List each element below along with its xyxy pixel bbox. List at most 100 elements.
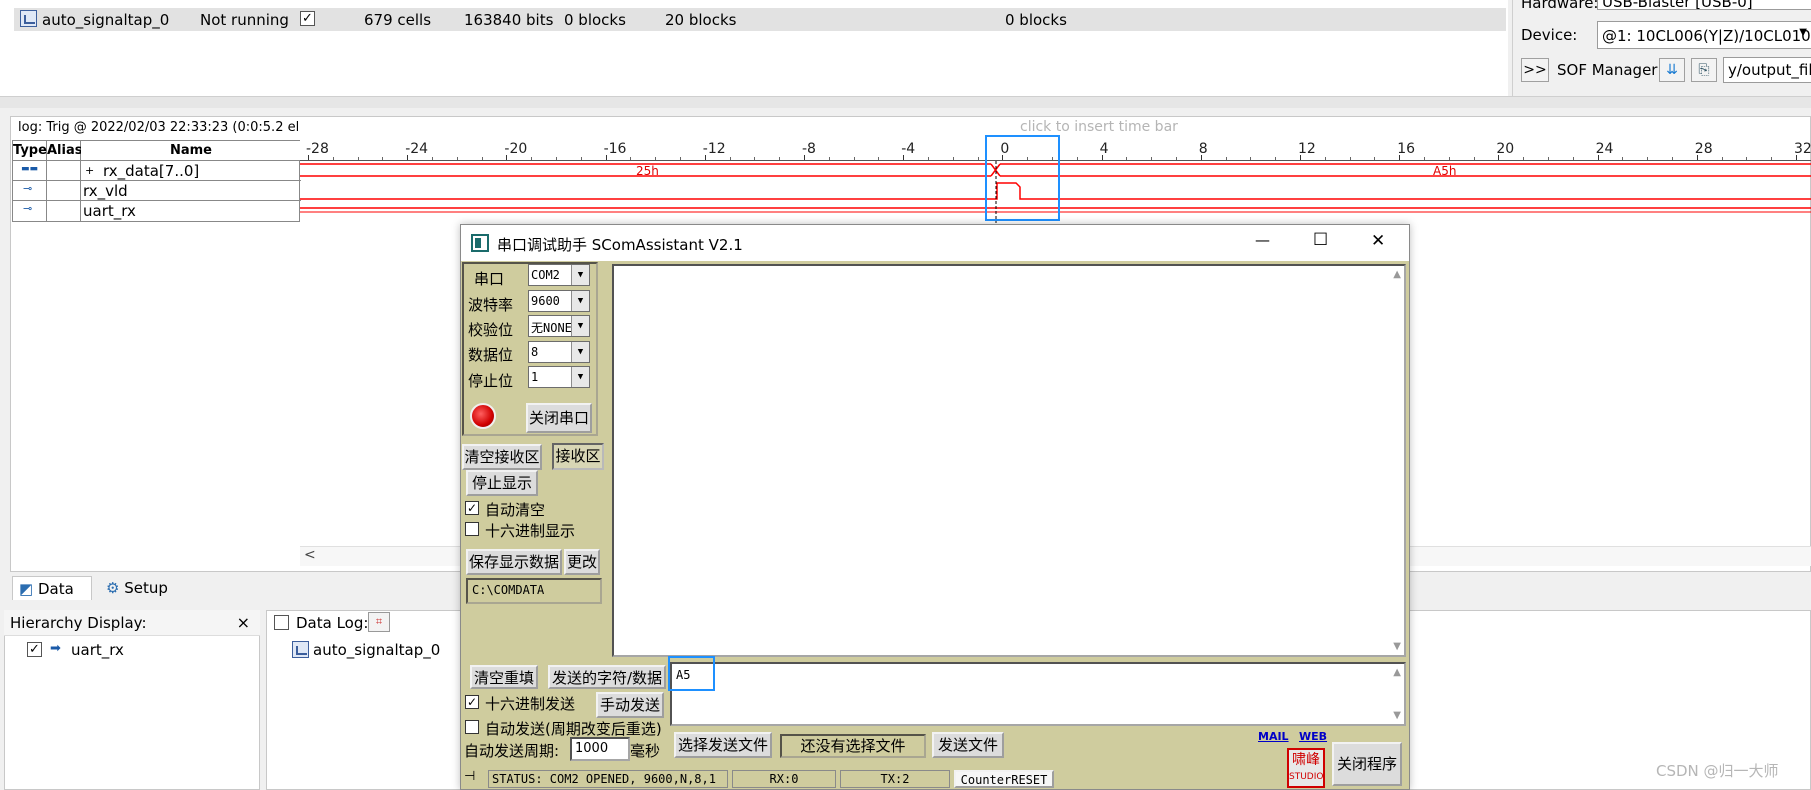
chevron-down-icon: ▼ [571, 342, 589, 362]
stopbits-select[interactable]: 1 ▼ [528, 366, 590, 388]
scroll-left-arrow[interactable]: < [304, 547, 316, 563]
ruler-minor-tick [382, 157, 384, 160]
ruler-minor-tick [1473, 157, 1475, 160]
expand-icon[interactable]: + [85, 164, 94, 177]
save-path-field[interactable]: C:\COMDATA [466, 578, 602, 604]
maximize-button[interactable]: ☐ [1313, 230, 1328, 250]
highlight-box-send [668, 656, 715, 691]
instance-blocks-3: 0 blocks [1005, 11, 1067, 29]
change-path-button[interactable]: 更改 [564, 549, 600, 575]
ruler-tick-mark [407, 155, 409, 160]
ruler-tick-label: -16 [603, 141, 627, 157]
ruler-tick-mark [804, 155, 805, 160]
auto-period-input[interactable]: 1000 [570, 737, 630, 761]
close-button[interactable]: ✕ [1371, 231, 1385, 251]
clear-refill-button[interactable]: 清空重填 [470, 665, 538, 689]
expand-button[interactable]: >> [1521, 58, 1549, 82]
port-label: 串口 [474, 270, 505, 288]
ruler-minor-tick [1374, 157, 1376, 160]
signal-row-rx-data[interactable]: ▬▬ + rx_data[7..0] [13, 161, 301, 181]
auto-send-checkbox[interactable] [465, 720, 479, 734]
signal-row-rx-vld[interactable]: ⊸ rx_vld [13, 181, 301, 201]
hierarchy-title: Hierarchy Display: [10, 614, 147, 632]
minimize-button[interactable]: — [1255, 231, 1270, 249]
scroll-down-arrow[interactable]: ▼ [1393, 641, 1401, 652]
hierarchy-item-checkbox[interactable]: ✓ [27, 642, 42, 657]
save-data-button[interactable]: 保存显示数据 [466, 549, 562, 575]
parity-select[interactable]: 无NONE ▼ [528, 315, 590, 337]
selected-file-field: 还没有选择文件 [780, 734, 926, 758]
auto-clear-checkbox[interactable]: ✓ [465, 501, 479, 515]
scroll-up-arrow[interactable]: ▲ [1393, 667, 1401, 678]
baud-select[interactable]: 9600 ▼ [528, 290, 590, 312]
counter-reset-button[interactable]: CounterRESET [954, 770, 1054, 788]
hardware-label: Hardware: [1521, 0, 1599, 12]
ruler-minor-tick [1151, 157, 1153, 160]
program-device-icon[interactable]: ⇊ [1659, 58, 1685, 82]
hex-send-checkbox[interactable]: ✓ [465, 695, 479, 709]
databits-select[interactable]: 8 ▼ [528, 341, 590, 363]
scroll-up-arrow[interactable]: ▲ [1393, 269, 1401, 280]
ruler-minor-tick [357, 157, 359, 160]
send-textarea[interactable]: A5 ▲ ▼ [670, 662, 1406, 726]
attach-file-icon[interactable]: ⎘ [1691, 58, 1717, 82]
close-icon[interactable]: × [237, 613, 250, 632]
highlight-box-trigger [985, 135, 1060, 221]
hex-display-checkbox[interactable] [465, 522, 479, 536]
mail-link[interactable]: MAIL [1258, 730, 1289, 743]
ruler-minor-tick [977, 157, 979, 160]
input-pin-icon: ⊸ [23, 202, 33, 215]
ruler-minor-tick [680, 157, 681, 160]
receive-textarea[interactable]: ▲ ▼ [612, 264, 1406, 657]
setup-icon: ⚙ [106, 579, 120, 597]
tab-setup[interactable]: ⚙ Setup [100, 576, 190, 600]
ruler-tick-mark [605, 155, 607, 160]
close-port-button[interactable]: 关闭串口 [526, 403, 592, 433]
stop-display-button[interactable]: 停止显示 [466, 470, 538, 496]
chevron-down-icon: ▼ [571, 316, 589, 336]
hardware-select[interactable]: USB-Blaster [USB-0] [1597, 0, 1811, 10]
web-link[interactable]: WEB [1299, 730, 1327, 743]
select-file-button[interactable]: 选择发送文件 [674, 732, 772, 758]
hex-display-label: 十六进制显示 [485, 522, 576, 540]
hierarchy-panel [4, 610, 260, 790]
data-log-item[interactable]: auto_signaltap_0 [313, 641, 440, 659]
auto-period-label: 自动发送周期: [464, 742, 560, 760]
send-file-button[interactable]: 发送文件 [932, 732, 1004, 758]
auto-send-label: 自动发送(周期改变后重选) [485, 720, 662, 738]
port-select[interactable]: COM2 ▼ [528, 264, 590, 286]
signal-name: uart_rx [83, 202, 136, 220]
instance-name: auto_signaltap_0 [42, 11, 170, 29]
receive-area-toggle[interactable]: 接收区 [552, 443, 604, 470]
log-settings-icon[interactable]: ⌗ [368, 612, 390, 632]
sof-path-field[interactable]: y/output_files/ [1723, 57, 1811, 83]
data-log-checkbox[interactable] [274, 615, 289, 630]
ruler-minor-tick [1275, 157, 1277, 160]
device-select[interactable]: @1: 10CL006(Y|Z)/10CL010 ▼ [1597, 21, 1811, 49]
ruler-minor-tick [1721, 157, 1723, 160]
ruler-minor-tick [1572, 157, 1574, 160]
insert-time-bar-hint[interactable]: click to insert time bar [1020, 119, 1178, 135]
instance-blocks-1: 0 blocks [564, 11, 626, 29]
scroll-down-arrow[interactable]: ▼ [1393, 710, 1401, 721]
clear-receive-button[interactable]: 清空接收区 [462, 444, 542, 470]
instance-enable-checkbox[interactable]: ✓ [300, 11, 315, 26]
signal-row-uart-rx[interactable]: ⊸ uart_rx [13, 201, 301, 221]
tab-data[interactable]: ◩ Data [12, 576, 92, 600]
instance-cells: 679 cells [364, 11, 432, 29]
window-title: 串口调试助手 SComAssistant V2.1 [497, 236, 743, 254]
app-icon [471, 234, 489, 252]
chevron-down-icon: ▼ [571, 265, 589, 285]
ruler-minor-tick [432, 157, 433, 160]
instance-row[interactable]: auto_signaltap_0 Not running ✓ 679 cells… [14, 8, 1506, 31]
ruler-minor-tick [1746, 157, 1748, 160]
manual-send-button[interactable]: 手动发送 [596, 692, 664, 718]
serial-assistant-titlebar[interactable]: 串口调试助手 SComAssistant V2.1 — ☐ ✕ [461, 225, 1409, 261]
hierarchy-item-uart-rx[interactable]: uart_rx [71, 641, 124, 659]
panel-splitter[interactable] [0, 96, 1811, 108]
send-chars-label-button[interactable]: 发送的字符/数据 [548, 665, 666, 689]
exit-program-button[interactable]: 关闭程序 [1332, 742, 1402, 786]
baud-label: 波特率 [468, 296, 514, 314]
ruler-minor-tick [1349, 157, 1351, 160]
ruler-minor-tick [1250, 157, 1252, 160]
